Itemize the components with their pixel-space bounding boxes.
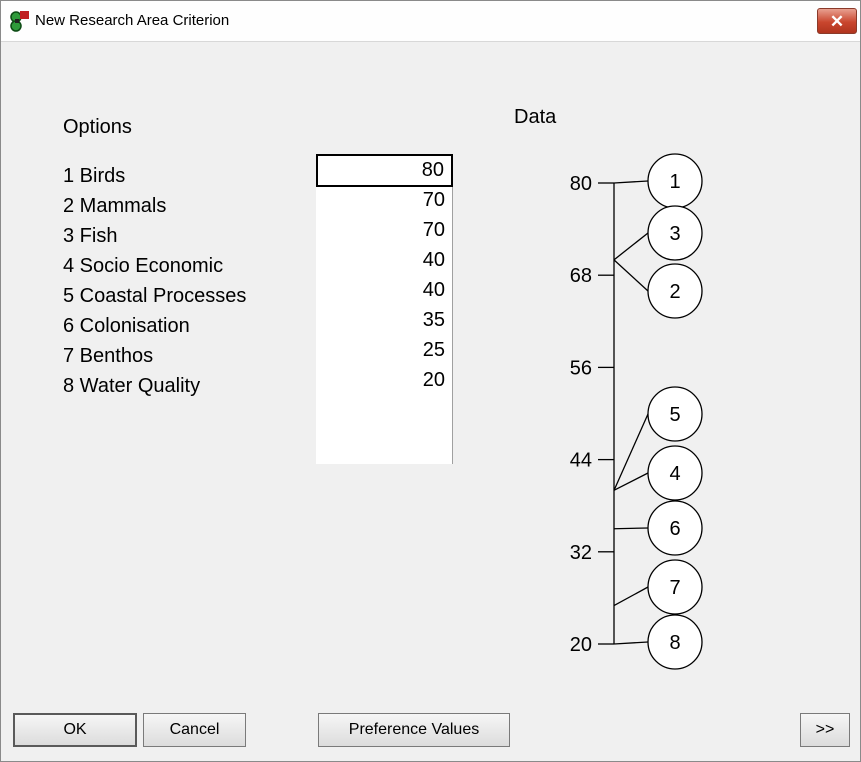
preference-values-button[interactable]: Preference Values (318, 713, 510, 747)
data-scale-chart: 80685644322013254678 (570, 153, 703, 670)
option-marker-label: 2 (669, 281, 680, 303)
scale-tick-label: 68 (570, 265, 592, 287)
option-marker-label: 5 (669, 404, 680, 426)
scale-tick-label: 44 (570, 450, 592, 472)
ok-button[interactable]: OK (13, 713, 137, 747)
leader-line (613, 472, 649, 491)
option-marker-label: 6 (669, 518, 680, 540)
option-marker-label: 7 (669, 577, 680, 599)
scale-tick-label: 80 (570, 173, 592, 195)
scale-tick-label: 20 (570, 634, 592, 656)
leader-line (613, 641, 649, 645)
scale-tick-label: 56 (570, 357, 592, 379)
expand-button[interactable]: >> (800, 713, 850, 747)
dialog-window: New Research Area Criterion ✕ Options Da… (0, 0, 861, 762)
option-marker-label: 8 (669, 632, 680, 654)
option-marker-label: 3 (669, 223, 680, 245)
leader-line (613, 259, 649, 292)
leader-line (613, 586, 649, 607)
option-marker-label: 4 (669, 463, 680, 485)
leader-line (613, 413, 649, 491)
scale-tick-label: 32 (570, 542, 592, 564)
leader-line (613, 527, 649, 530)
leader-line (613, 180, 649, 184)
leader-line (613, 232, 649, 261)
option-marker-label: 1 (669, 171, 680, 193)
cancel-button[interactable]: Cancel (143, 713, 246, 747)
